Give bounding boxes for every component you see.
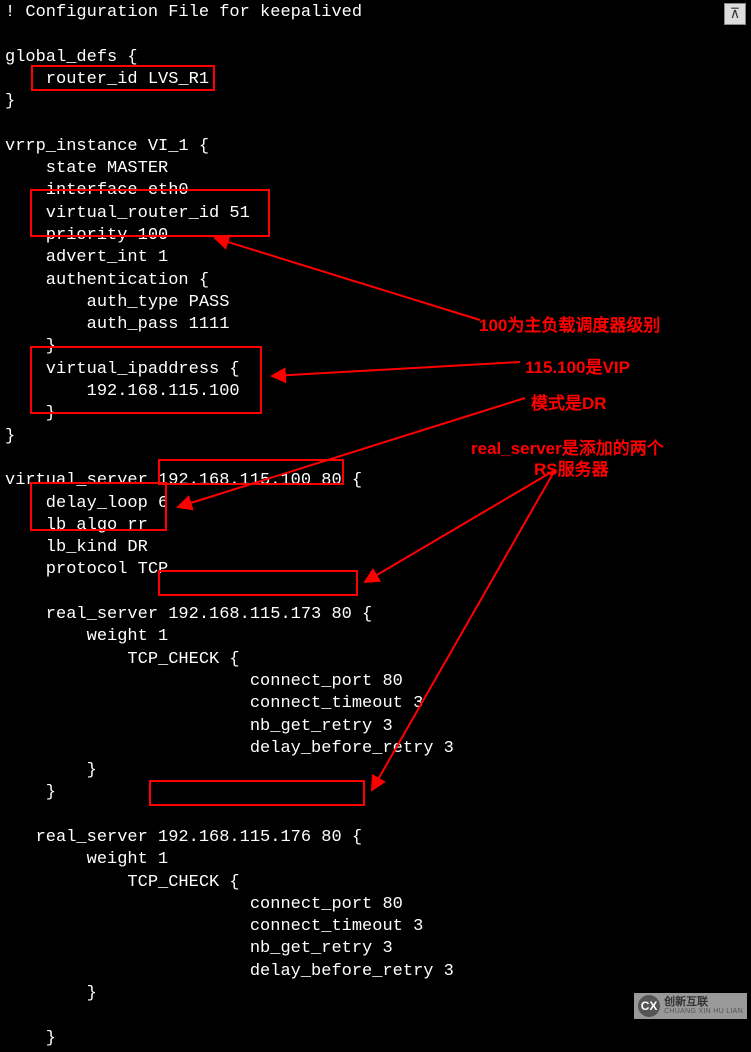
annotation-rs-line2: RS服务器 [534, 455, 609, 480]
highlight-router-id [31, 65, 215, 91]
highlight-rs2 [149, 780, 365, 806]
highlight-lb [30, 482, 167, 531]
watermark: CX 创新互联 CHUANG XIN HU LIAN [634, 993, 747, 1019]
annotation-dr: 模式是DR [531, 389, 607, 414]
highlight-vs-ip [158, 459, 344, 485]
highlight-vrid-priority [30, 189, 270, 237]
annotation-priority: 100为主负载调度器级别 [479, 311, 660, 336]
watermark-en: CHUANG XIN HU LIAN [664, 1008, 743, 1015]
pin-glyph: ⊼ [730, 6, 740, 23]
highlight-rs1 [158, 570, 358, 596]
watermark-cn: 创新互联 [664, 997, 743, 1008]
highlight-virtual-ip [30, 346, 262, 414]
watermark-logo-icon: CX [638, 995, 660, 1017]
pin-icon[interactable]: ⊼ [724, 3, 746, 25]
annotation-vip: 115.100是VIP [525, 353, 630, 378]
